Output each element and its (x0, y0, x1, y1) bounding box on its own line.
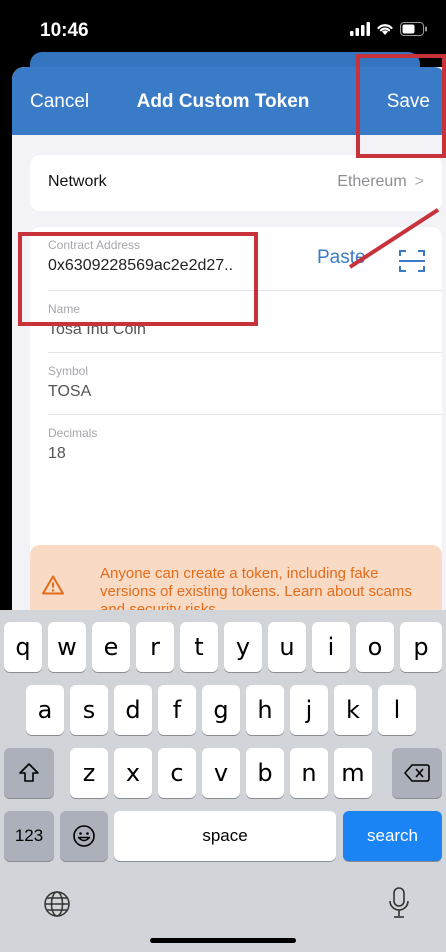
shift-icon (19, 763, 39, 782)
key-p[interactable]: p (400, 622, 442, 672)
key-y[interactable]: y (224, 622, 262, 672)
key-v[interactable]: v (202, 748, 240, 798)
decimals-label: Decimals (48, 426, 98, 440)
warning-icon (42, 575, 64, 595)
key-n[interactable]: n (290, 748, 328, 798)
key-i[interactable]: i (312, 622, 350, 672)
key-k[interactable]: k (334, 685, 372, 735)
key-x[interactable]: x (114, 748, 152, 798)
contract-address-highlight-box (18, 232, 258, 326)
wifi-icon (377, 24, 393, 35)
status-icons (350, 22, 428, 36)
key-q[interactable]: q (4, 622, 42, 672)
key-g[interactable]: g (202, 685, 240, 735)
key-j[interactable]: j (290, 685, 328, 735)
key-l[interactable]: l (378, 685, 416, 735)
decimals-field[interactable]: Decimals 18 (48, 415, 442, 477)
save-highlight-box (356, 54, 446, 158)
key-u[interactable]: u (268, 622, 306, 672)
space-key[interactable]: space (114, 811, 336, 861)
status-bar: 10:46 (0, 0, 446, 60)
key-e[interactable]: e (92, 622, 130, 672)
globe-icon[interactable] (43, 890, 71, 918)
key-t[interactable]: t (180, 622, 218, 672)
backspace-key[interactable] (392, 748, 442, 798)
decimals-input[interactable]: 18 (48, 445, 66, 463)
key-f[interactable]: f (158, 685, 196, 735)
microphone-icon[interactable] (389, 887, 409, 919)
symbol-label: Symbol (48, 364, 89, 378)
keyboard: q w e r t y u i o p a s d f g h j k l z … (0, 610, 446, 952)
network-name: Ethereum (337, 173, 407, 190)
key-r[interactable]: r (136, 622, 174, 672)
network-selector[interactable]: Network Ethereum > (30, 155, 442, 211)
home-indicator (150, 938, 296, 943)
battery-icon (400, 22, 427, 36)
key-w[interactable]: w (48, 622, 86, 672)
status-time: 10:46 (40, 20, 89, 41)
key-m[interactable]: m (334, 748, 372, 798)
key-d[interactable]: d (114, 685, 152, 735)
key-c[interactable]: c (158, 748, 196, 798)
key-s[interactable]: s (70, 685, 108, 735)
key-o[interactable]: o (356, 622, 394, 672)
signal-icon (350, 22, 370, 36)
backspace-icon (404, 764, 430, 782)
key-h[interactable]: h (246, 685, 284, 735)
symbol-field[interactable]: Symbol TOSA (48, 353, 442, 415)
numbers-key[interactable]: 123 (4, 811, 54, 861)
key-b[interactable]: b (246, 748, 284, 798)
network-label: Network (48, 173, 107, 190)
emoji-key[interactable] (60, 811, 108, 861)
network-value: Ethereum > (337, 173, 424, 191)
emoji-icon (73, 825, 95, 847)
shift-key[interactable] (4, 748, 54, 798)
scan-icon[interactable] (399, 249, 425, 273)
key-z[interactable]: z (70, 748, 108, 798)
search-key[interactable]: search (343, 811, 442, 861)
chevron-right-icon: > (414, 173, 424, 190)
symbol-input[interactable]: TOSA (48, 383, 91, 401)
key-a[interactable]: a (26, 685, 64, 735)
